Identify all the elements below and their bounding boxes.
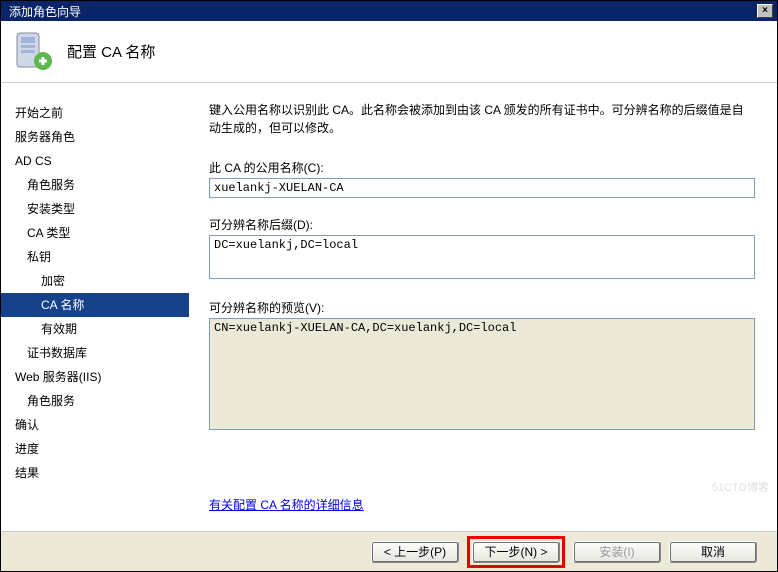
previous-button[interactable]: < 上一步(P) bbox=[371, 541, 459, 563]
wizard-content: 键入公用名称以识别此 CA。此名称会被添加到由该 CA 颁发的所有证书中。可分辨… bbox=[189, 83, 777, 531]
sidebar-item-7[interactable]: 加密 bbox=[1, 269, 189, 293]
sidebar-item-14[interactable]: 进度 bbox=[1, 437, 189, 461]
sidebar-item-13[interactable]: 确认 bbox=[1, 413, 189, 437]
sidebar-item-8[interactable]: CA 名称 bbox=[1, 293, 189, 317]
sidebar-item-0[interactable]: 开始之前 bbox=[1, 101, 189, 125]
sidebar-item-4[interactable]: 安装类型 bbox=[1, 197, 189, 221]
dn-suffix-input[interactable] bbox=[209, 235, 755, 279]
wizard-window: 添加角色向导 × 配置 CA 名称 开始之前服务器角色AD CS角色服务安装类型… bbox=[0, 0, 778, 572]
next-button[interactable]: 下一步(N) > bbox=[472, 541, 560, 563]
watermark-text: 51CTO博客 bbox=[712, 479, 769, 495]
button-bar: < 上一步(P) 下一步(N) > 安装(I) 取消 bbox=[1, 531, 777, 571]
sidebar-item-15[interactable]: 结果 bbox=[1, 461, 189, 485]
window-title: 添加角色向导 bbox=[5, 3, 81, 20]
sidebar-item-6[interactable]: 私钥 bbox=[1, 245, 189, 269]
sidebar-item-12[interactable]: 角色服务 bbox=[1, 389, 189, 413]
next-button-highlight: 下一步(N) > bbox=[467, 536, 565, 568]
close-button[interactable]: × bbox=[757, 4, 773, 18]
help-link[interactable]: 有关配置 CA 名称的详细信息 bbox=[209, 496, 755, 513]
sidebar-item-11[interactable]: Web 服务器(IIS) bbox=[1, 365, 189, 389]
install-button: 安装(I) bbox=[573, 541, 661, 563]
cancel-button[interactable]: 取消 bbox=[669, 541, 757, 563]
common-name-input[interactable] bbox=[209, 178, 755, 198]
sidebar-item-2[interactable]: AD CS bbox=[1, 149, 189, 173]
title-bar: 添加角色向导 × bbox=[1, 1, 777, 21]
sidebar-item-10[interactable]: 证书数据库 bbox=[1, 341, 189, 365]
dn-preview-label: 可分辨名称的预览(V): bbox=[209, 299, 755, 316]
wizard-sidebar: 开始之前服务器角色AD CS角色服务安装类型CA 类型私钥加密CA 名称有效期证… bbox=[1, 83, 189, 531]
sidebar-item-1[interactable]: 服务器角色 bbox=[1, 125, 189, 149]
page-heading: 配置 CA 名称 bbox=[67, 41, 155, 62]
wizard-header-icon bbox=[13, 31, 55, 73]
wizard-header: 配置 CA 名称 bbox=[1, 21, 777, 83]
dn-suffix-label: 可分辨名称后缀(D): bbox=[209, 216, 755, 233]
description-text: 键入公用名称以识别此 CA。此名称会被添加到由该 CA 颁发的所有证书中。可分辨… bbox=[209, 101, 755, 137]
sidebar-item-5[interactable]: CA 类型 bbox=[1, 221, 189, 245]
sidebar-item-9[interactable]: 有效期 bbox=[1, 317, 189, 341]
dn-preview-display bbox=[209, 318, 755, 430]
sidebar-item-3[interactable]: 角色服务 bbox=[1, 173, 189, 197]
wizard-body: 开始之前服务器角色AD CS角色服务安装类型CA 类型私钥加密CA 名称有效期证… bbox=[1, 83, 777, 531]
common-name-label: 此 CA 的公用名称(C): bbox=[209, 159, 755, 176]
